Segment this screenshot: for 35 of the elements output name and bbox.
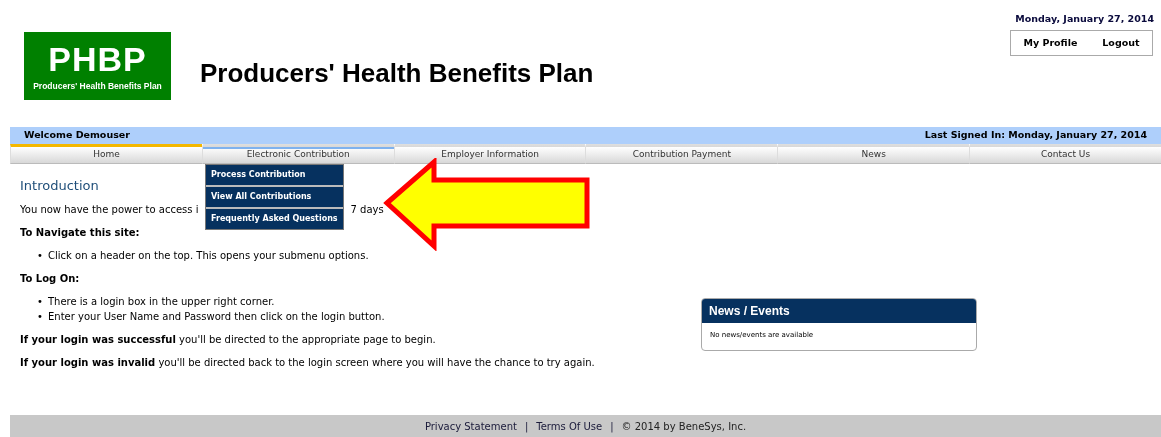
last-signed-in: Last Signed In: Monday, January 27, 2014 (924, 128, 1147, 143)
footer-link[interactable]: Privacy Statement (424, 418, 517, 434)
nav-tab[interactable]: Electronic Contribution (201, 144, 394, 164)
submenu-item[interactable]: Frequently Asked Questions (206, 209, 343, 229)
bullet-marker: • (37, 294, 44, 309)
user-link[interactable]: My Profile (1023, 35, 1078, 51)
subheading: To Navigate this site: (20, 225, 140, 240)
footer-link[interactable]: Terms Of Use (536, 418, 603, 434)
site-title: Producers' Health Benefits Plan (200, 58, 594, 90)
copyright-text: © 2014 by BeneSys, Inc. (621, 419, 747, 434)
submenu-item[interactable]: View All Contributions (206, 187, 343, 209)
nav-tab[interactable]: Contribution Payment (585, 144, 778, 164)
header-date: Monday, January 27, 2014 (1015, 12, 1154, 26)
bullet-marker: • (37, 309, 44, 324)
bullet-text: Click on a header on the top. This opens your submenu options. (48, 249, 369, 261)
separator: | (609, 419, 615, 434)
nav-tab[interactable]: Contact Us (969, 144, 1161, 164)
paragraph: If your login was invalid you'll be directed back to the login screen where you will have the chance to try again. (20, 355, 595, 370)
separator: | (523, 419, 530, 434)
section-heading: Introduction (20, 178, 99, 194)
nav-tab[interactable]: Home (10, 144, 202, 164)
welcome-text: Welcome Demouser (24, 128, 130, 143)
logo: PHBP Producers' Health Benefits Plan (24, 32, 171, 100)
panel-title: News / Events (702, 299, 976, 323)
bullet-marker: • (37, 248, 44, 263)
nav-tab[interactable]: News (777, 144, 970, 164)
paragraph: If your login was successful you'll be directed to the appropriate page to begin. (20, 332, 436, 347)
user-link[interactable]: Logout (1102, 35, 1140, 51)
intro-text: 7 days (350, 203, 384, 215)
bullet-text: There is a login box in the upper right corner. (48, 295, 275, 307)
intro-text: You now have the power to access i (20, 203, 199, 215)
subheading: To Log On: (20, 271, 80, 286)
nav-tab[interactable]: Employer Information (393, 144, 586, 164)
submenu-item[interactable]: Process Contribution (206, 165, 343, 187)
bullet-text: Enter your User Name and Password then click on the login button. (48, 310, 385, 322)
